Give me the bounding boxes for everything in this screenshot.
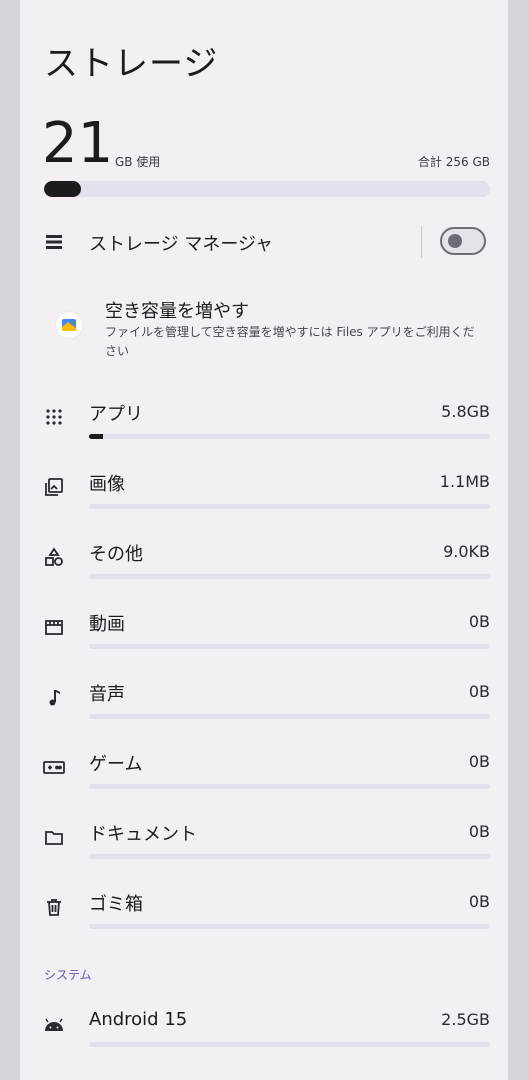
category-usage-bar [89,644,490,649]
category-label: 画像 [89,474,125,495]
android-icon [42,1013,66,1037]
category-usage-bar [89,714,490,719]
total-storage-label: 合計 256 GB [417,155,490,169]
shapes-icon [42,545,66,569]
category-label: 音声 [89,684,125,705]
trash-icon [42,895,66,919]
category-usage-bar [89,504,490,509]
folder-icon [42,825,66,849]
category-label: アプリ [89,404,143,425]
category-size: 9.0KB [443,542,490,561]
category-label: ドキュメント [89,824,197,845]
category-label: ゲーム [89,754,143,775]
category-size: 5.8GB [441,402,490,421]
files-app-icon [56,312,82,338]
free-up-space-title[interactable]: 空き容量を増やす [105,297,249,323]
storage-manager-icon [42,230,66,254]
category-label: その他 [89,544,143,565]
category-size: 0B [468,682,490,701]
image-icon [42,475,66,499]
video-icon [42,615,66,639]
system-section-header: システム [44,968,92,982]
music-note-icon [42,685,66,709]
category-label: ゴミ箱 [89,894,143,915]
category-size: 0B [468,822,490,841]
free-up-space-description: ファイルを管理して空き容量を増やすには Files アプリをご利用ください [105,325,475,358]
toggle-knob [448,234,462,248]
storage-usage-bar [44,181,490,197]
page-title: ストレージ [44,44,219,84]
storage-usage-bar-fill [44,181,81,197]
system-item-size: 2.5GB [441,1010,490,1029]
category-size: 1.1MB [439,472,490,491]
apps-grid-icon [42,405,66,429]
used-storage-value: 21 [42,111,114,176]
category-usage-bar [89,854,490,859]
used-storage-unit: GB 使用 [115,155,161,169]
storage-manager-divider [421,226,422,258]
category-usage-bar-fill [89,434,104,439]
category-usage-bar [89,784,490,789]
storage-screen: ストレージ 21 GB 使用 合計 256 GB ストレージ マネージャ 空き容… [20,0,508,1080]
storage-manager-toggle[interactable] [440,227,486,255]
storage-manager-label[interactable]: ストレージ マネージャ [89,230,273,256]
gamepad-icon [42,755,66,779]
category-usage-bar [89,434,490,439]
category-size: 0B [468,752,490,771]
system-usage-bar [89,1042,490,1047]
category-usage-bar [89,574,490,579]
category-label: 動画 [89,614,125,635]
system-item-label: Android 15 [89,1009,188,1030]
category-size: 0B [468,612,490,631]
category-usage-bar [89,924,490,929]
category-size: 0B [468,892,490,911]
